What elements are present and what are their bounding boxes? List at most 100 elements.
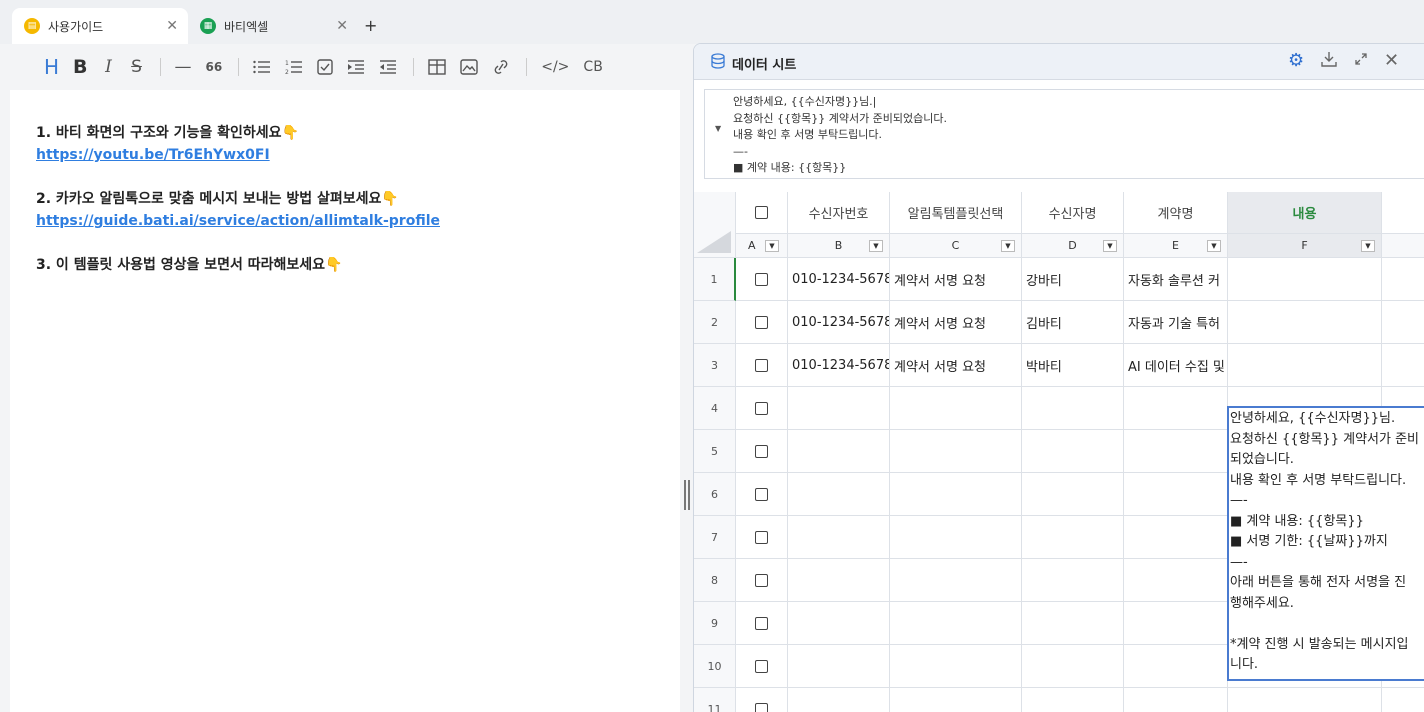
close-icon[interactable]: ✕ [336, 18, 348, 34]
row-number[interactable]: 4 [694, 387, 736, 430]
row-number[interactable]: 10 [694, 645, 736, 688]
row-number[interactable]: 1 [694, 258, 736, 301]
table-cell[interactable]: 자동화 솔루션 커 [1124, 258, 1228, 301]
row-checkbox-cell[interactable] [736, 387, 788, 430]
table-cell[interactable] [1382, 344, 1424, 387]
table-cell[interactable]: 김바티 [1022, 301, 1124, 344]
task-list-icon[interactable] [317, 59, 333, 75]
column-letter-c[interactable]: C ▼ [890, 234, 1022, 258]
row-number[interactable]: 2 [694, 301, 736, 344]
collapse-icon[interactable]: ▼ [715, 124, 721, 133]
table-cell[interactable] [1124, 688, 1228, 712]
checkbox[interactable] [755, 444, 768, 458]
checkbox[interactable] [755, 616, 768, 630]
table-cell[interactable] [1022, 645, 1124, 688]
table-cell[interactable] [1124, 516, 1228, 559]
strikethrough-button[interactable]: S [130, 57, 144, 77]
row-number[interactable]: 7 [694, 516, 736, 559]
code-block-button[interactable]: CB [583, 59, 602, 75]
tab-guide[interactable]: ▤ 사용가이드 ✕ [12, 8, 188, 44]
checkbox[interactable] [755, 530, 768, 544]
table-cell[interactable]: 계약서 서명 요청 [890, 258, 1022, 301]
column-letter-e[interactable]: E ▼ [1124, 234, 1228, 258]
checkbox[interactable] [755, 315, 768, 329]
column-header[interactable]: 수신자번호 [788, 192, 890, 234]
table-cell[interactable] [890, 645, 1022, 688]
table-cell[interactable] [890, 559, 1022, 602]
download-icon[interactable] [1320, 50, 1338, 73]
checkbox[interactable] [755, 401, 768, 415]
code-button[interactable]: </> [541, 59, 569, 75]
table-cell[interactable]: 010-1234-5678 [788, 258, 890, 301]
table-cell[interactable] [1228, 688, 1382, 712]
youtube-link[interactable]: https://youtu.be/Tr6EhYwx0FI [36, 144, 666, 166]
heading-button[interactable]: H [44, 55, 59, 79]
table-cell[interactable] [788, 430, 890, 473]
table-cell[interactable] [1124, 473, 1228, 516]
filter-dropdown-icon[interactable]: ▼ [869, 240, 883, 252]
table-cell[interactable] [788, 516, 890, 559]
filter-dropdown-icon[interactable]: ▼ [1207, 240, 1221, 252]
indent-icon[interactable] [347, 59, 365, 75]
select-all-corner[interactable] [694, 192, 736, 258]
row-number[interactable]: 11 [694, 688, 736, 712]
table-cell[interactable] [1382, 258, 1424, 301]
table-cell[interactable] [1124, 387, 1228, 430]
column-letter-b[interactable]: B ▼ [788, 234, 890, 258]
table-cell[interactable] [890, 516, 1022, 559]
row-checkbox-cell[interactable] [736, 559, 788, 602]
outdent-icon[interactable] [379, 59, 397, 75]
row-checkbox-cell[interactable] [736, 301, 788, 344]
checkbox[interactable] [755, 358, 768, 372]
table-cell[interactable]: 계약서 서명 요청 [890, 301, 1022, 344]
column-header[interactable]: 알림톡템플릿선택 [890, 192, 1022, 234]
expand-icon[interactable] [1352, 50, 1370, 73]
table-cell[interactable] [890, 387, 1022, 430]
table-cell[interactable] [788, 473, 890, 516]
bold-button[interactable]: B [73, 56, 87, 78]
row-checkbox-cell[interactable] [736, 258, 788, 301]
row-checkbox-cell[interactable] [736, 344, 788, 387]
cell-content-editor[interactable]: ▼ 안녕하세요, {{수신자명}}님.| 요청하신 {{항목}} 계약서가 준비… [704, 89, 1424, 179]
checkbox[interactable] [755, 487, 768, 501]
guide-link[interactable]: https://guide.bati.ai/service/action/all… [36, 210, 666, 232]
table-cell[interactable] [890, 602, 1022, 645]
table-cell[interactable] [788, 645, 890, 688]
checkbox[interactable] [755, 659, 768, 673]
table-cell[interactable]: 자동과 기술 특허 [1124, 301, 1228, 344]
row-number[interactable]: 6 [694, 473, 736, 516]
checkbox[interactable] [755, 272, 768, 286]
row-number[interactable]: 9 [694, 602, 736, 645]
table-cell[interactable] [1228, 344, 1382, 387]
table-cell[interactable] [788, 602, 890, 645]
table-cell[interactable] [890, 473, 1022, 516]
cell-expanded-editor[interactable]: 안녕하세요, {{수신자명}}님. 요청하신 {{항목}} 계약서가 준비 되었… [1227, 406, 1424, 681]
table-cell[interactable] [1022, 559, 1124, 602]
table-cell[interactable] [1228, 258, 1382, 301]
close-icon[interactable]: ✕ [1384, 50, 1399, 71]
italic-button[interactable]: I [102, 57, 116, 77]
select-all-checkbox-cell[interactable] [736, 192, 788, 234]
new-tab-button[interactable]: + [364, 16, 377, 35]
table-cell[interactable] [1022, 688, 1124, 712]
filter-dropdown-icon[interactable]: ▼ [1001, 240, 1015, 252]
row-checkbox-cell[interactable] [736, 688, 788, 712]
table-cell[interactable] [1124, 430, 1228, 473]
panel-resize-handle[interactable] [684, 480, 690, 510]
table-cell[interactable] [1382, 688, 1424, 712]
table-cell[interactable] [1022, 516, 1124, 559]
checkbox[interactable] [755, 702, 768, 712]
column-header[interactable]: 계약명 [1124, 192, 1228, 234]
column-letter-a[interactable]: A ▼ [736, 234, 788, 258]
table-cell[interactable] [1124, 559, 1228, 602]
table-icon[interactable] [428, 59, 446, 75]
filter-dropdown-icon[interactable]: ▼ [1103, 240, 1117, 252]
table-cell[interactable]: AI 데이터 수집 및 [1124, 344, 1228, 387]
row-number[interactable]: 5 [694, 430, 736, 473]
table-cell[interactable] [1124, 645, 1228, 688]
table-cell[interactable] [890, 688, 1022, 712]
close-icon[interactable]: ✕ [166, 18, 178, 34]
row-number[interactable]: 3 [694, 344, 736, 387]
quote-button[interactable]: 66 [206, 60, 223, 74]
table-cell[interactable]: 계약서 서명 요청 [890, 344, 1022, 387]
